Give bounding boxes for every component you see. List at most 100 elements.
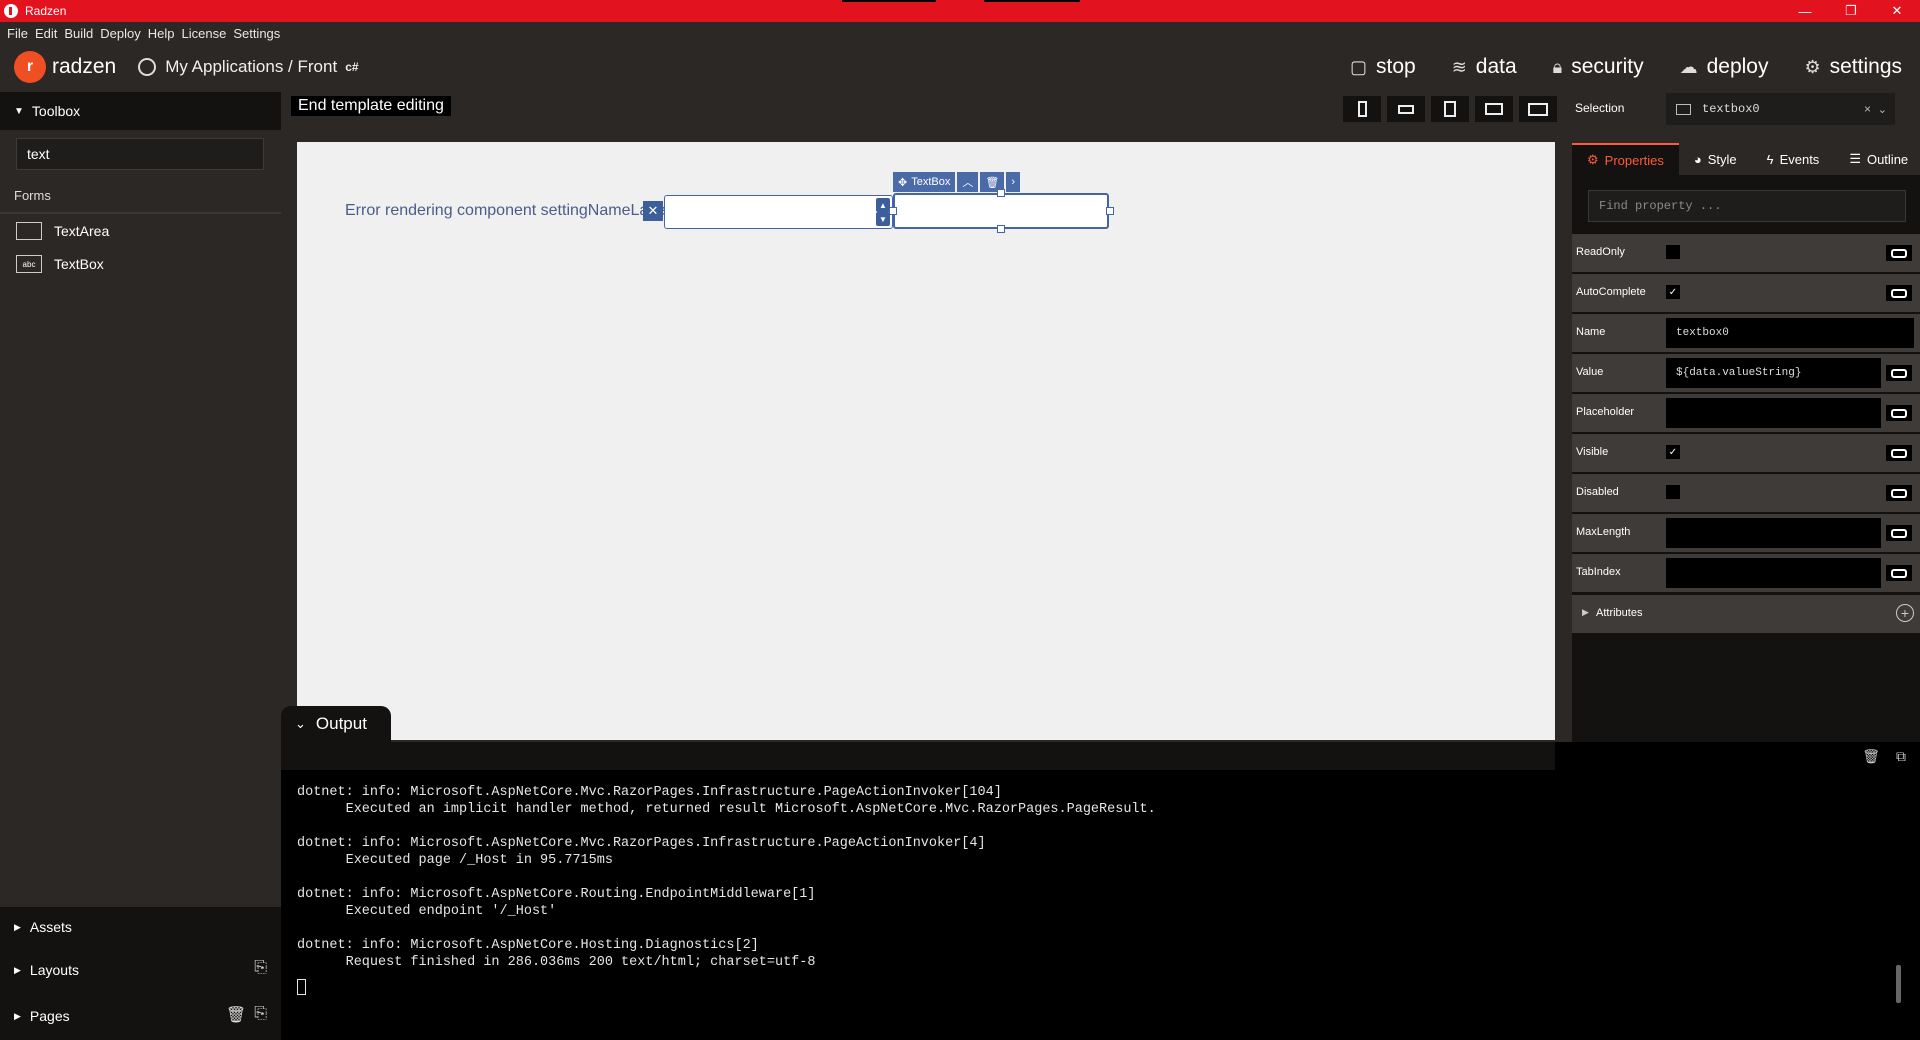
tablet-portrait-button[interactable] <box>1431 96 1469 122</box>
bind-icon[interactable] <box>1886 485 1912 501</box>
resize-handle[interactable] <box>997 189 1005 197</box>
menu-file[interactable]: File <box>7 26 28 41</box>
close-window-button[interactable]: ✕ <box>1874 0 1920 22</box>
chevron-down-icon[interactable]: ⌄ <box>1878 103 1887 116</box>
brand-name: radzen <box>52 55 117 78</box>
clear-output-icon[interactable]: 🗑︎ <box>1862 748 1880 765</box>
select-next-button[interactable]: › <box>1006 172 1020 192</box>
select-parent-button[interactable]: ︿ <box>957 172 979 192</box>
phone-landscape-button[interactable] <box>1387 96 1425 122</box>
bind-icon[interactable] <box>1886 445 1912 461</box>
toolbox-title: Toolbox <box>31 103 81 119</box>
textbox-selection-tag[interactable]: ✥ TextBox <box>893 172 956 192</box>
brand-logo[interactable]: r radzen <box>14 51 116 83</box>
bind-icon[interactable] <box>1886 365 1912 381</box>
property-row-disabled: Disabled <box>1572 474 1920 512</box>
console-line: Executed page /_Host in 95.7715ms <box>297 853 613 868</box>
resize-handle[interactable] <box>997 225 1005 233</box>
clear-button[interactable]: ✕ <box>643 201 663 221</box>
tab-outline[interactable]: ☰ Outline <box>1834 143 1920 175</box>
menu-license[interactable]: License <box>182 26 227 41</box>
add-page-icon[interactable]: ⎘ <box>254 1005 267 1025</box>
menu-settings[interactable]: Settings <box>233 26 280 41</box>
attributes-section[interactable]: ▶ Attributes + <box>1572 595 1920 633</box>
minimize-button[interactable]: — <box>1782 0 1828 22</box>
toolbox-item-textarea[interactable]: TextArea <box>16 222 109 240</box>
settings-label: settings <box>1829 55 1902 78</box>
stop-button[interactable]: ▢ stop <box>1350 55 1416 79</box>
property-label: Value <box>1576 366 1604 378</box>
disabled-checkbox[interactable] <box>1666 485 1680 499</box>
tablet-landscape-button[interactable] <box>1475 96 1513 122</box>
restore-button[interactable]: ❐ <box>1828 0 1874 22</box>
tab-properties[interactable]: ⚙ Properties <box>1572 143 1679 175</box>
console-scrollbar[interactable] <box>1896 965 1901 1003</box>
toolbox-header[interactable]: ▼ Toolbox <box>0 92 281 130</box>
selected-textbox[interactable] <box>893 193 1109 229</box>
output-tab[interactable]: ⌄ Output <box>281 706 391 742</box>
spin-down-icon[interactable]: ▼ <box>876 212 890 226</box>
breadcrumb-path[interactable]: My Applications / Front <box>165 57 337 77</box>
add-layout-icon[interactable]: ⎘ <box>254 959 267 977</box>
bind-icon[interactable] <box>1886 525 1912 541</box>
tabindex-field[interactable] <box>1666 558 1881 588</box>
toolbox-item-label: TextArea <box>54 223 110 239</box>
bind-icon[interactable] <box>1886 405 1912 421</box>
menu-deploy[interactable]: Deploy <box>100 26 140 41</box>
resize-handle[interactable] <box>1106 207 1114 215</box>
delete-page-icon[interactable]: 🗑︎ <box>226 1005 246 1025</box>
numeric-input[interactable]: ▲ ▼ <box>664 195 893 229</box>
maxlength-field[interactable] <box>1666 518 1881 548</box>
property-label: AutoComplete <box>1576 286 1646 298</box>
pages-section[interactable]: ▶ Pages <box>14 1008 70 1024</box>
spin-up-icon[interactable]: ▲ <box>876 198 890 212</box>
bind-icon[interactable] <box>1886 565 1912 581</box>
value-field[interactable]: ${data.valueString} <box>1666 358 1881 388</box>
add-attribute-icon[interactable]: + <box>1896 604 1914 622</box>
clear-selection-icon[interactable]: × <box>1864 102 1871 116</box>
design-canvas[interactable]: Error rendering component settingNameLab… <box>297 142 1555 740</box>
end-template-editing-button[interactable]: End template editing <box>291 96 451 116</box>
selection-value: textbox0 <box>1702 102 1760 116</box>
placeholder-field[interactable] <box>1666 398 1881 428</box>
menu-edit[interactable]: Edit <box>35 26 57 41</box>
layouts-section[interactable]: ▶ Layouts <box>14 962 79 978</box>
tab-label: Properties <box>1604 152 1664 168</box>
data-label: data <box>1475 55 1517 78</box>
toolbox-bottom-sections: ▶ Assets ▶ Layouts ⎘ ▶ Pages 🗑︎ ⎘ <box>0 907 281 1040</box>
caret-right-icon: ▶ <box>14 921 21 932</box>
readonly-checkbox[interactable] <box>1666 245 1680 259</box>
assets-section[interactable]: ▶ Assets <box>14 919 72 935</box>
output-console[interactable]: dotnet: info: Microsoft.AspNetCore.Mvc.R… <box>281 770 1920 1040</box>
property-row-autocomplete: AutoComplete ✓ <box>1572 274 1920 312</box>
toolbox-search-input[interactable]: text <box>16 138 264 170</box>
bind-icon[interactable] <box>1886 285 1912 301</box>
data-button[interactable]: ≋ data <box>1452 55 1517 79</box>
deploy-button[interactable]: ☁ deploy <box>1680 55 1769 79</box>
tab-events[interactable]: ϟ Events <box>1752 143 1835 175</box>
bind-icon[interactable] <box>1886 245 1912 261</box>
phone-portrait-button[interactable] <box>1343 96 1381 122</box>
autocomplete-checkbox[interactable]: ✓ <box>1666 285 1680 299</box>
copy-output-icon[interactable]: ⧉ <box>1896 748 1906 765</box>
selection-dropdown[interactable]: textbox0 × ⌄ <box>1666 93 1895 125</box>
resize-handle[interactable] <box>889 207 897 215</box>
desktop-button[interactable] <box>1519 96 1557 122</box>
trash-icon: 🗑︎ <box>985 176 1000 189</box>
chevron-up-icon: ︿ <box>962 177 974 189</box>
toolbox-item-textbox[interactable]: abc TextBox <box>16 255 104 273</box>
layouts-label: Layouts <box>29 962 79 978</box>
property-row-placeholder: Placeholder <box>1572 394 1920 432</box>
settings-button[interactable]: ⚙ settings <box>1804 55 1902 79</box>
menu-help[interactable]: Help <box>148 26 175 41</box>
console-line: dotnet: info: Microsoft.AspNetCore.Hosti… <box>297 938 759 953</box>
name-field[interactable]: textbox0 <box>1666 318 1914 348</box>
security-button[interactable]: 🔒︎ security <box>1553 55 1644 79</box>
dashboard-icon[interactable] <box>138 58 157 76</box>
chevron-right-icon: › <box>1011 176 1015 188</box>
menu-build[interactable]: Build <box>64 26 93 41</box>
visible-checkbox[interactable]: ✓ <box>1666 445 1680 459</box>
find-property-input[interactable]: Find property ... <box>1588 190 1906 222</box>
tab-style[interactable]: ◕ Style <box>1679 143 1752 175</box>
tab-label: Outline <box>1866 151 1909 167</box>
